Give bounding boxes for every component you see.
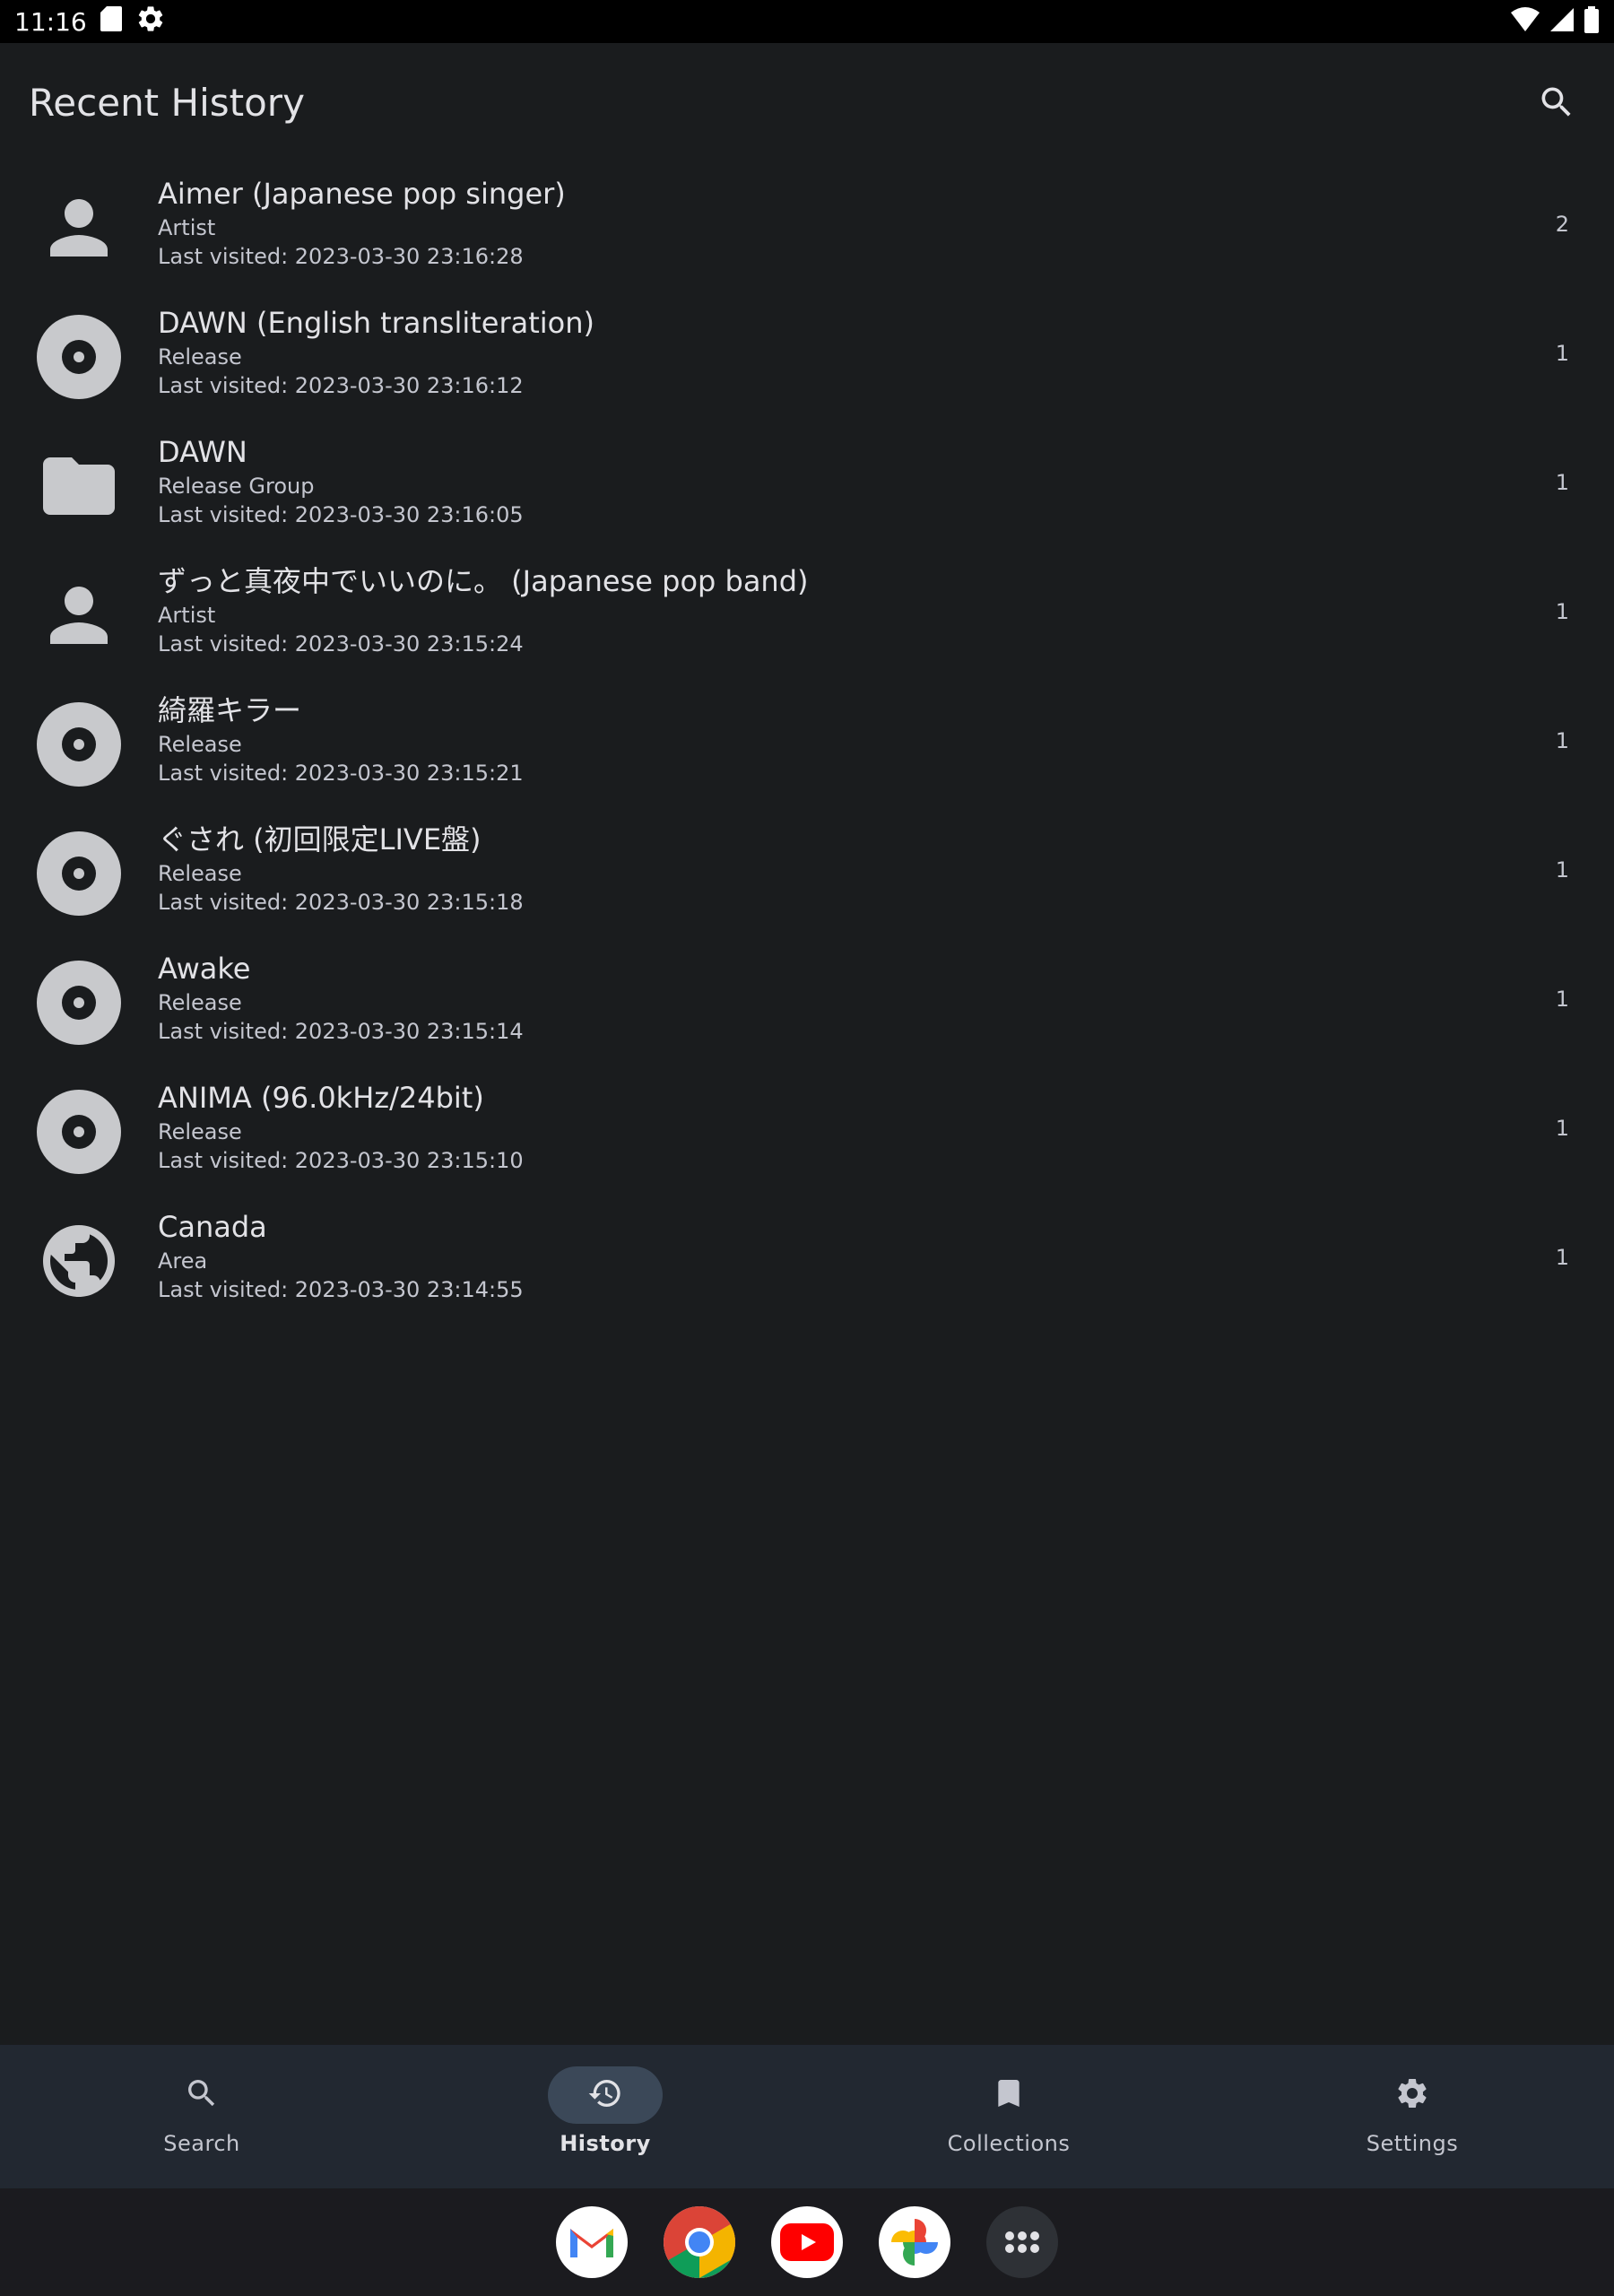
item-name: ぐされ (初回限定LIVE盤) — [158, 822, 482, 857]
item-type: Artist — [158, 215, 216, 240]
wifi-icon — [1510, 7, 1540, 36]
list-item[interactable]: 綺羅キラー Release Last visited: 2023-03-30 2… — [0, 678, 1614, 807]
list-item[interactable]: ずっと真夜中でいいのに。 (Japanese pop band) Artist … — [0, 549, 1614, 678]
history-icon — [587, 2075, 623, 2115]
disc-icon — [36, 960, 122, 1046]
nav-indicator — [548, 2066, 663, 2124]
item-name: 綺羅キラー — [158, 693, 302, 727]
list-item[interactable]: Canada Area Last visited: 2023-03-30 23:… — [0, 1195, 1614, 1324]
item-type: Release — [158, 990, 242, 1015]
visit-count: 1 — [1555, 1116, 1569, 1141]
sd-card-icon — [100, 5, 123, 39]
status-time: 11:16 — [14, 6, 87, 37]
item-name: DAWN (English transliteration) — [158, 306, 594, 340]
item-last-visited: Last visited: 2023-03-30 23:15:21 — [158, 761, 524, 786]
item-last-visited: Last visited: 2023-03-30 23:15:18 — [158, 890, 524, 915]
list-item[interactable]: Awake Release Last visited: 2023-03-30 2… — [0, 936, 1614, 1065]
item-name: Awake — [158, 952, 251, 986]
item-type: Release Group — [158, 474, 315, 499]
visit-count: 1 — [1555, 1245, 1569, 1270]
nav-label-settings: Settings — [1366, 2131, 1459, 2156]
item-last-visited: Last visited: 2023-03-30 23:15:10 — [158, 1148, 524, 1173]
nav-label-collections: Collections — [947, 2131, 1071, 2156]
nav-indicator — [951, 2066, 1066, 2124]
folder-icon — [36, 443, 122, 529]
search-icon[interactable] — [1528, 74, 1585, 131]
history-list: Aimer (Japanese pop singer) Artist Last … — [0, 161, 1614, 1324]
status-bar: 11:16 — [0, 0, 1614, 43]
list-item[interactable]: ANIMA (96.0kHz/24bit) Release Last visit… — [0, 1065, 1614, 1195]
item-name: Canada — [158, 1210, 267, 1244]
nav-item-settings[interactable]: Settings — [1210, 2045, 1614, 2188]
list-item[interactable]: Aimer (Japanese pop singer) Artist Last … — [0, 161, 1614, 291]
nav-item-collections[interactable]: Collections — [807, 2045, 1210, 2188]
visit-count: 1 — [1555, 341, 1569, 366]
nav-label-search: Search — [163, 2131, 240, 2156]
visit-count: 2 — [1555, 212, 1569, 237]
system-dock — [0, 2188, 1614, 2296]
item-last-visited: Last visited: 2023-03-30 23:16:28 — [158, 244, 524, 269]
item-type: Area — [158, 1248, 208, 1274]
disc-icon — [36, 831, 122, 917]
disc-icon — [36, 314, 122, 400]
photos-icon[interactable] — [879, 2206, 950, 2278]
page-title: Recent History — [29, 80, 305, 125]
item-last-visited: Last visited: 2023-03-30 23:14:55 — [158, 1277, 524, 1302]
item-type: Release — [158, 861, 242, 886]
item-last-visited: Last visited: 2023-03-30 23:15:24 — [158, 631, 524, 657]
item-name: ANIMA (96.0kHz/24bit) — [158, 1081, 484, 1115]
item-last-visited: Last visited: 2023-03-30 23:16:05 — [158, 502, 524, 527]
visit-count: 1 — [1555, 470, 1569, 495]
item-type: Release — [158, 344, 242, 370]
top-app-bar: Recent History — [0, 43, 1614, 161]
item-name: Aimer (Japanese pop singer) — [158, 177, 566, 211]
item-type: Release — [158, 1119, 242, 1144]
list-item[interactable]: DAWN Release Group Last visited: 2023-03… — [0, 420, 1614, 549]
visit-count: 1 — [1555, 857, 1569, 883]
bottom-navigation: Search History Collections Settings — [0, 2045, 1614, 2188]
gmail-icon[interactable] — [556, 2206, 628, 2278]
item-type: Release — [158, 732, 242, 757]
item-name: DAWN — [158, 435, 247, 469]
disc-icon — [36, 1089, 122, 1175]
nav-item-search[interactable]: Search — [0, 2045, 404, 2188]
chrome-icon[interactable] — [664, 2206, 735, 2278]
nav-label-history: History — [560, 2131, 651, 2156]
visit-count: 1 — [1555, 599, 1569, 624]
globe-icon — [36, 1218, 122, 1304]
list-item[interactable]: DAWN (English transliteration) Release L… — [0, 291, 1614, 420]
item-last-visited: Last visited: 2023-03-30 23:16:12 — [158, 373, 524, 398]
search-icon — [184, 2075, 220, 2115]
item-last-visited: Last visited: 2023-03-30 23:15:14 — [158, 1019, 524, 1044]
nav-indicator — [1355, 2066, 1470, 2124]
visit-count: 1 — [1555, 987, 1569, 1012]
nav-item-history[interactable]: History — [404, 2045, 807, 2188]
youtube-icon[interactable] — [771, 2206, 843, 2278]
app-drawer-icon[interactable] — [986, 2206, 1058, 2278]
disc-icon — [36, 701, 122, 787]
bookmark-icon — [991, 2075, 1027, 2115]
signal-icon — [1549, 7, 1575, 36]
settings-gear-icon — [135, 4, 166, 40]
person-icon — [36, 185, 122, 271]
visit-count: 1 — [1555, 728, 1569, 753]
item-type: Artist — [158, 603, 216, 628]
nav-indicator — [144, 2066, 259, 2124]
item-name: ずっと真夜中でいいのに。 (Japanese pop band) — [158, 564, 809, 598]
person-icon — [36, 572, 122, 658]
list-item[interactable]: ぐされ (初回限定LIVE盤) Release Last visited: 20… — [0, 807, 1614, 936]
battery-icon — [1584, 6, 1600, 37]
gear-icon — [1394, 2075, 1430, 2115]
